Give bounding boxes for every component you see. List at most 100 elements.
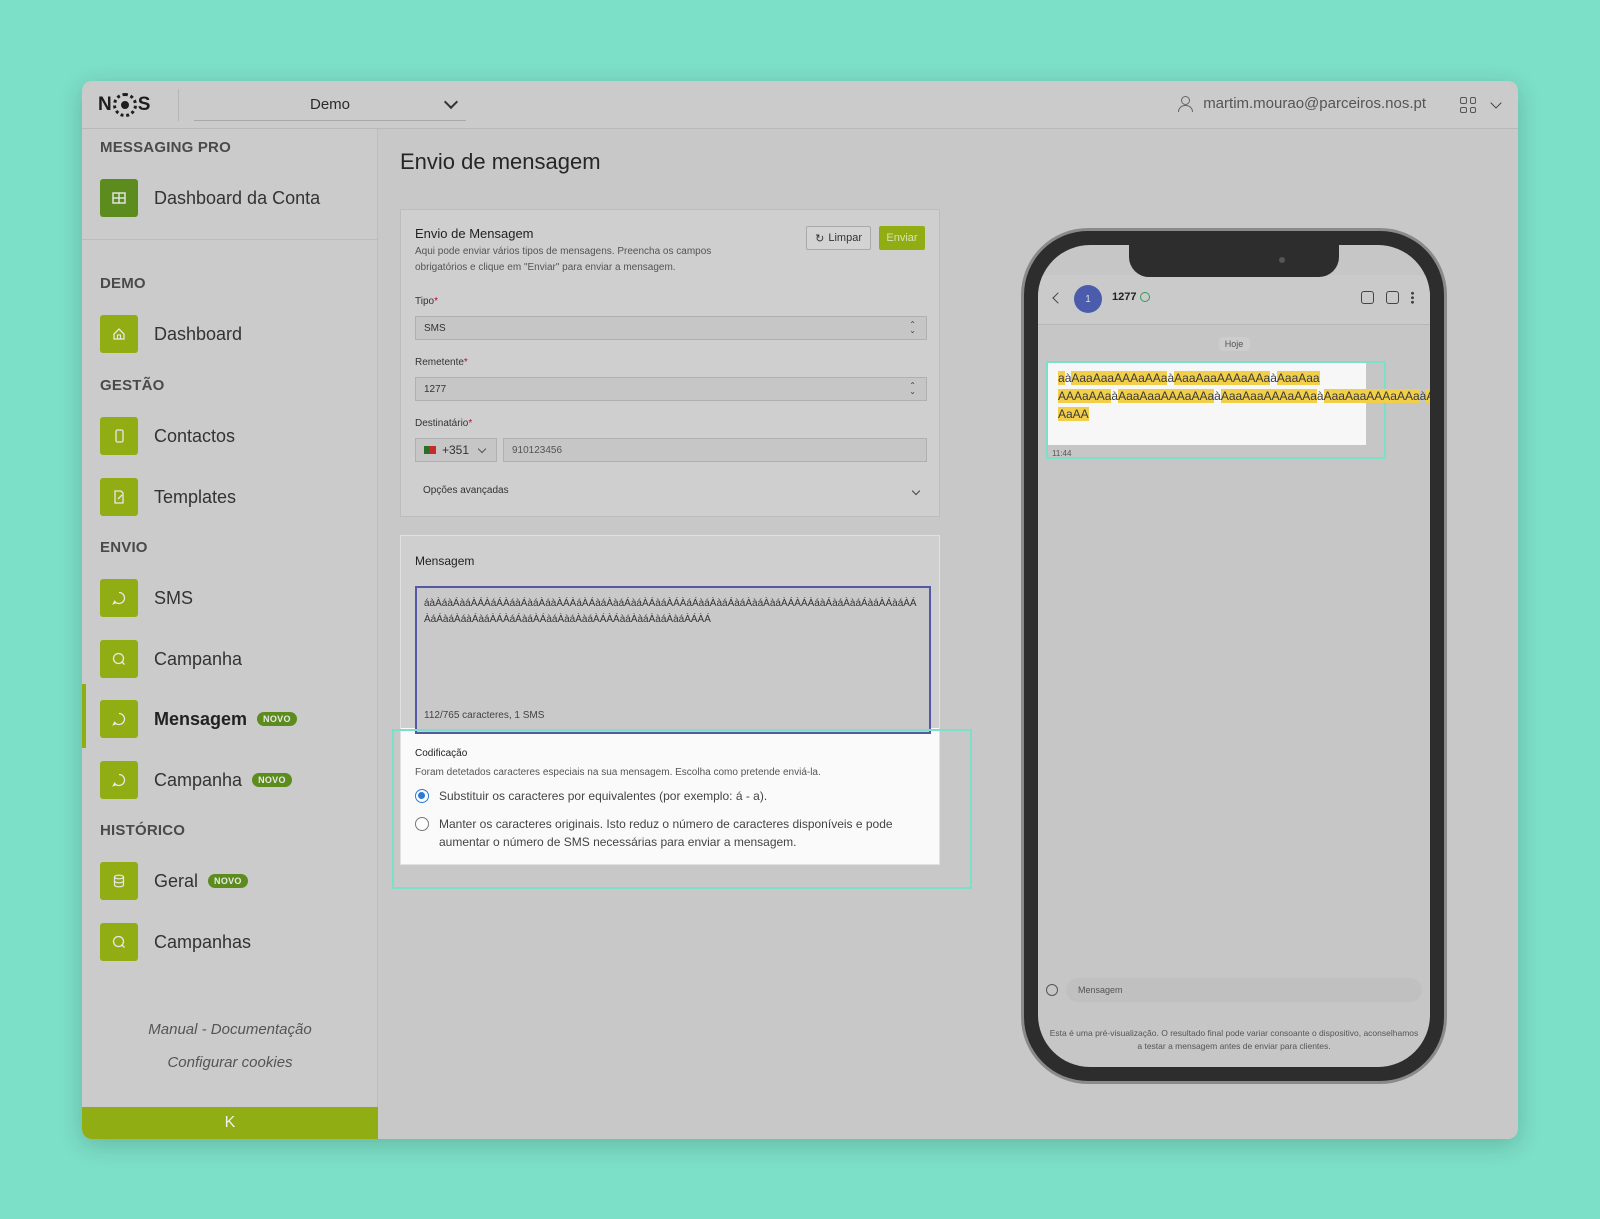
message-label: Mensagem <box>415 554 475 568</box>
advanced-options-toggle[interactable]: Opções avançadas <box>423 485 509 496</box>
remetente-label: Remetente* <box>415 357 468 368</box>
sidebar-item-contactos[interactable]: Contactos <box>100 417 235 455</box>
clear-button[interactable]: ↻ Limpar <box>806 226 871 250</box>
chat-bubble-icon <box>100 700 138 738</box>
cookie-settings-link[interactable]: Configurar cookies <box>82 1054 378 1071</box>
chevron-down-icon <box>443 94 459 110</box>
collapse-icon: K <box>224 1114 236 1131</box>
message-text: áàÀáàÁàáÀÁÀáÁÀáàÁàáÀáàÀÁÀáÀÁàáÀàáÁàáÀÁàá… <box>424 598 917 625</box>
chat-bubble-icon <box>100 761 138 799</box>
phone-call-icon[interactable] <box>1361 291 1374 304</box>
phone-number-input[interactable]: 910123456 <box>503 438 927 462</box>
sidebar-item-label: Dashboard <box>154 323 243 344</box>
portugal-flag-icon <box>424 446 436 454</box>
text-segment: à <box>1214 389 1221 403</box>
active-indicator <box>82 684 86 748</box>
sidebar-item-campanha-novo[interactable]: Campanha NOVO <box>100 761 292 799</box>
required-mark: * <box>468 418 473 429</box>
manual-documentation-link[interactable]: Manual - Documentação <box>82 1021 378 1038</box>
edit-document-icon <box>100 478 138 516</box>
required-mark: * <box>463 357 468 368</box>
user-menu[interactable]: martim.mourao@parceiros.nos.pt <box>1177 95 1426 112</box>
select-arrows-icon: ⌃ ⌄ <box>909 381 916 396</box>
grid-icon <box>100 179 138 217</box>
back-arrow-icon[interactable] <box>1052 292 1064 304</box>
tipo-select[interactable]: SMS ⌃ ⌄ <box>415 316 927 340</box>
topbar-divider <box>178 89 179 121</box>
composer-input[interactable]: Mensagem <box>1066 978 1422 1002</box>
tipo-label-text: Tipo <box>415 296 435 307</box>
sidebar-item-label: Campanha <box>154 648 243 669</box>
send-button[interactable]: Enviar <box>879 226 925 250</box>
sidebar-section-historico: HISTÓRICO <box>100 822 186 839</box>
page-title: Envio de mensagem <box>400 149 601 174</box>
sidebar-item-label: Dashboard da Conta <box>154 187 321 208</box>
country-prefix-value: +351 <box>442 443 470 457</box>
sidebar-item-sms[interactable]: SMS <box>100 579 193 617</box>
sidebar-item-campanha[interactable]: Campanha <box>100 640 242 678</box>
sidebar-section-envio: ENVIO <box>100 539 148 556</box>
required-mark: * <box>434 296 438 307</box>
country-prefix-select[interactable]: +351 <box>415 438 497 462</box>
nos-logo[interactable]: N S <box>98 89 150 121</box>
sidebar: MESSAGING PRO Dashboard da Conta DEMO Da… <box>82 129 378 1139</box>
more-options-icon[interactable] <box>1411 291 1414 304</box>
chat-header: 1 1277 <box>1038 275 1430 325</box>
chat-search-icon <box>100 640 138 678</box>
chat-bubble-icon <box>100 579 138 617</box>
top-bar: N S Demo martim.mourao@parceiros.nos.pt <box>82 81 1518 129</box>
sidebar-item-label: SMS <box>154 587 194 608</box>
apps-grid-icon[interactable] <box>1460 97 1476 113</box>
sidebar-item-label: Contactos <box>154 425 236 446</box>
sidebar-item-label: Campanha <box>154 769 243 790</box>
message-textarea[interactable]: áàÀáàÁàáÀÁÀáÁÀáàÁàáÀáàÀÁÀáÀÁàáÀàáÁàáÀÁàá… <box>415 586 931 734</box>
message-preview-highlight: aàAaaAaaAAAaAAaàAaaAaaAAAaAAaàAaaAaa AAA… <box>1046 361 1430 459</box>
user-email: martim.mourao@parceiros.nos.pt <box>1203 95 1426 112</box>
form-description: Aqui pode enviar vários tipos de mensage… <box>415 246 712 273</box>
sidebar-item-dashboard-conta[interactable]: Dashboard da Conta <box>100 179 320 217</box>
replaced-text-segment: AaaAaaAAAaAAa <box>1426 389 1430 403</box>
replaced-text-segment: AaaAaaAAAaAAa <box>1118 389 1215 403</box>
sidebar-item-label: Campanhas <box>154 931 252 952</box>
replaced-text-segment: AaaAaaAAAaAAa <box>1323 389 1420 403</box>
sidebar-item-templates[interactable]: Templates <box>100 478 236 516</box>
novo-badge: NOVO <box>257 712 297 726</box>
sidebar-item-label: Geral <box>154 870 199 891</box>
refresh-icon: ↻ <box>815 232 825 245</box>
text-segment: à <box>1270 371 1277 385</box>
database-icon <box>100 862 138 900</box>
preview-disclaimer: Esta é uma pré-visualização. O resultado… <box>1049 1028 1419 1051</box>
sidebar-section-messaging-pro: MESSAGING PRO <box>100 139 231 156</box>
chevron-down-icon[interactable] <box>911 486 921 496</box>
logo-letter-s: S <box>137 94 151 115</box>
remetente-label-text: Remetente <box>415 357 464 368</box>
date-separator: Hoje <box>1218 337 1250 351</box>
message-time: 11:44 <box>1052 449 1072 458</box>
sidebar-item-geral[interactable]: Geral NOVO <box>100 862 248 900</box>
replaced-text-segment: a <box>1058 371 1065 385</box>
remetente-select-value: 1277 <box>424 383 447 395</box>
phone-book-icon <box>100 417 138 455</box>
novo-badge: NOVO <box>208 874 248 888</box>
collapse-sidebar-button[interactable]: K <box>82 1107 378 1139</box>
encoding-highlight-frame <box>392 729 972 889</box>
replaced-text-segment: AaaAaaAAAaAAa <box>1071 371 1168 385</box>
account-select[interactable]: Demo <box>194 89 466 121</box>
select-arrows-icon: ⌃ ⌄ <box>909 320 916 335</box>
chat-search-icon <box>100 923 138 961</box>
app-window: N S Demo martim.mourao@parceiros.nos.pt … <box>82 81 1518 1139</box>
chevron-down-icon[interactable] <box>1490 97 1502 109</box>
phone-preview: 1 1277 Hoje aàAaaAaaAAAaAAaàAaaAaaAAAaAA… <box>1024 231 1444 1081</box>
replaced-text-segment: AaaAaaAAAaAAa <box>1174 371 1271 385</box>
sidebar-item-label: Mensagem <box>154 708 248 729</box>
remetente-select[interactable]: 1277 ⌃ ⌄ <box>415 377 927 401</box>
emoji-icon[interactable] <box>1046 984 1058 996</box>
chat-sender-name: 1277 <box>1112 291 1137 303</box>
sidebar-item-mensagem[interactable]: Mensagem NOVO <box>100 700 297 738</box>
novo-badge: NOVO <box>252 773 292 787</box>
video-call-icon[interactable] <box>1386 291 1399 304</box>
sidebar-item-campanhas[interactable]: Campanhas <box>100 923 251 961</box>
phone-screen: 1 1277 Hoje aàAaaAaaAAAaAAaàAaaAaaAAAaAA… <box>1038 245 1430 1067</box>
sidebar-item-dashboard[interactable]: Dashboard <box>100 315 242 353</box>
destinatario-label: Destinatário* <box>415 418 472 429</box>
